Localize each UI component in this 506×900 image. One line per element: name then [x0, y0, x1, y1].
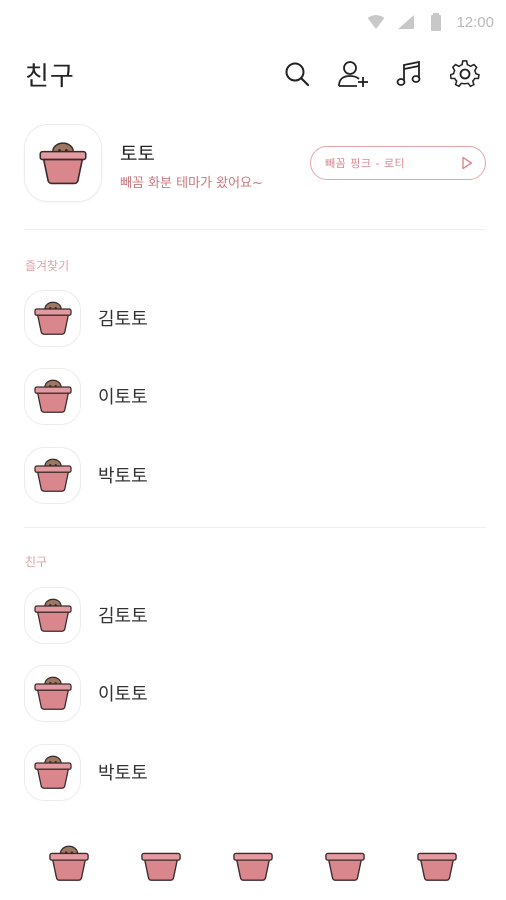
battery-icon [426, 12, 446, 32]
header-actions [280, 57, 482, 91]
search-button[interactable] [280, 57, 314, 91]
music-note-icon [396, 60, 421, 86]
friend-name: 박토토 [98, 763, 148, 784]
friend-row[interactable]: 박토토 [24, 743, 486, 801]
tab-friends[interactable] [48, 839, 90, 885]
profile-info: 토토 빼꼼 화분 테마가 왔어요~ [120, 135, 310, 191]
chats-tab-icon [141, 852, 181, 881]
pot-character-icon [33, 379, 72, 413]
profile-music-button[interactable]: 빼꼼 핑크 - 로티 [310, 146, 486, 180]
view-tab-icon [233, 852, 273, 881]
friend-name: 이토토 [98, 387, 148, 408]
app-header: 친구 [0, 50, 506, 98]
gear-icon [450, 60, 480, 88]
divider [24, 229, 486, 230]
tab-view[interactable] [232, 839, 274, 885]
friend-name: 김토토 [98, 309, 148, 330]
pot-character-icon [33, 458, 72, 492]
add-friend-icon [338, 61, 368, 87]
friend-row[interactable]: 김토토 [24, 586, 486, 644]
play-icon [462, 156, 473, 170]
pot-character-icon [33, 598, 72, 632]
tab-chats[interactable] [140, 839, 182, 885]
profile-status-message: 빼꼼 화분 테마가 왔어요~ [120, 176, 263, 191]
pot-character-icon [39, 142, 87, 185]
wifi-icon [366, 12, 386, 32]
my-profile[interactable]: 토토 빼꼼 화분 테마가 왔어요~ 빼꼼 핑크 - 로티 [24, 123, 486, 203]
status-time: 12:00 [456, 13, 494, 31]
profile-name: 토토 [120, 143, 155, 165]
shopping-tab-icon [325, 852, 365, 881]
friend-row[interactable]: 이토토 [24, 664, 486, 722]
pot-character-icon [33, 755, 72, 789]
favorite-friend-row[interactable]: 김토토 [24, 289, 486, 347]
favorite-friend-row[interactable]: 이토토 [24, 367, 486, 425]
avatar [24, 367, 81, 425]
friend-name: 김토토 [98, 606, 148, 627]
friends-tab-icon [49, 845, 89, 881]
pot-character-icon [33, 301, 72, 335]
status-bar: 12:00 [0, 0, 506, 44]
tab-more[interactable] [416, 839, 458, 885]
avatar [24, 743, 81, 801]
settings-button[interactable] [448, 57, 482, 91]
divider [24, 527, 486, 528]
avatar [24, 289, 81, 347]
bottom-tab-bar [0, 836, 506, 888]
avatar [24, 124, 102, 202]
favorite-friend-row[interactable]: 박토토 [24, 446, 486, 504]
avatar [24, 446, 81, 504]
add-friend-button[interactable] [336, 57, 370, 91]
favorites-section-label: 즐겨찾기 [25, 259, 70, 273]
search-icon [285, 62, 310, 87]
avatar [24, 586, 81, 644]
friend-name: 이토토 [98, 684, 148, 705]
tab-shopping[interactable] [324, 839, 366, 885]
pot-character-icon [33, 676, 72, 710]
page-title: 친구 [25, 61, 75, 92]
profile-music-label: 빼꼼 핑크 - 로티 [325, 157, 406, 170]
music-button[interactable] [392, 57, 426, 91]
avatar [24, 664, 81, 722]
signal-icon [396, 12, 416, 32]
more-tab-icon [417, 852, 457, 881]
friend-name: 박토토 [98, 466, 148, 487]
friends-section-label: 친구 [25, 555, 48, 569]
